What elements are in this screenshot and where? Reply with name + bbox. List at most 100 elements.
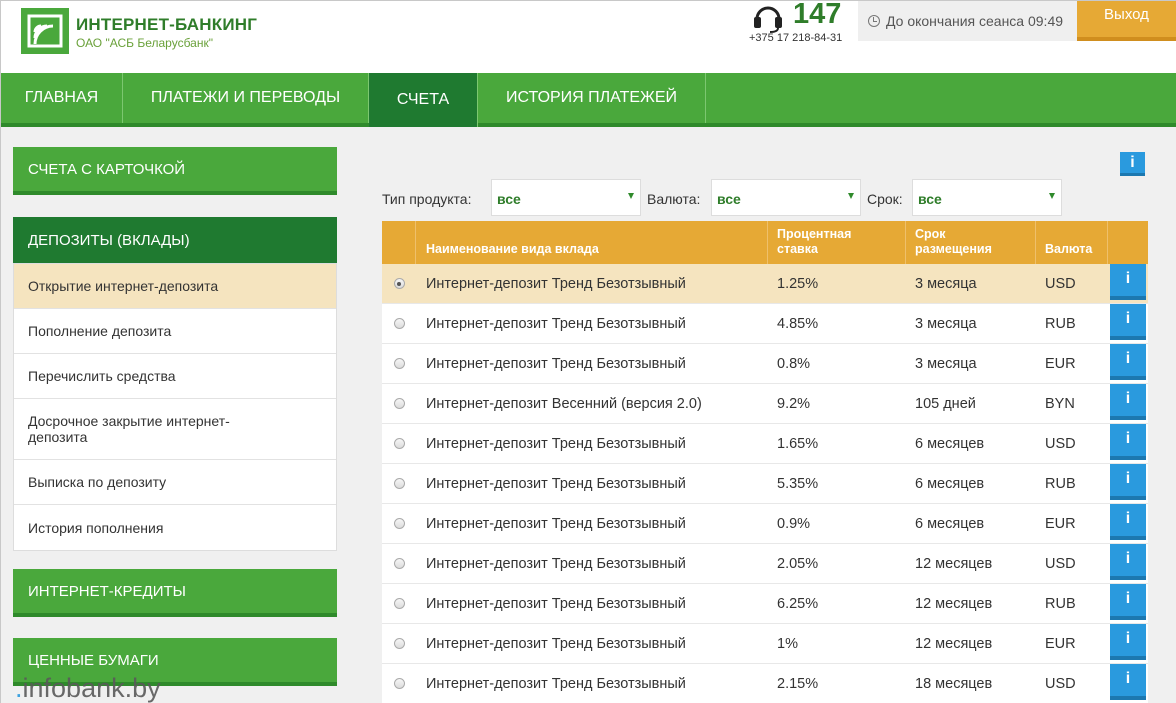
header-info-col	[1108, 221, 1148, 264]
row-radio[interactable]	[393, 678, 405, 689]
session-text: До окончания сеанса 09:49	[886, 13, 1064, 29]
deposit-term: 12 месяцев	[915, 555, 993, 572]
info-cell: i	[1108, 303, 1148, 344]
row-radio[interactable]	[393, 358, 405, 369]
clock-icon	[868, 15, 880, 27]
info-icon[interactable]: i	[1110, 383, 1146, 420]
deposit-rate: 0.9%	[777, 515, 811, 532]
row-radio[interactable]	[393, 518, 405, 529]
table-header: Наименование вида вклада Процентная став…	[382, 221, 1148, 264]
radio-cell[interactable]	[382, 518, 416, 529]
row-radio[interactable]	[393, 278, 405, 289]
submenu-open-deposit[interactable]: Открытие интернет-депозита	[14, 264, 336, 309]
info-cell: i	[1108, 343, 1148, 384]
radio-cell[interactable]	[382, 598, 416, 609]
info-cell: i	[1108, 583, 1148, 624]
deposit-currency: EUR	[1045, 355, 1076, 372]
chevron-down-icon	[848, 193, 854, 199]
term-label: Срок:	[867, 191, 903, 207]
page-info-icon[interactable]: i	[1120, 152, 1145, 176]
row-radio[interactable]	[393, 638, 405, 649]
radio-cell[interactable]	[382, 478, 416, 489]
submenu-statement[interactable]: Выписка по депозиту	[14, 460, 336, 505]
header-term: Срок размещения	[906, 221, 1036, 264]
header-name: Наименование вида вклада	[416, 221, 768, 264]
radio-cell[interactable]	[382, 558, 416, 569]
table-row[interactable]: Интернет-депозит Тренд Безотзывный 1.65% 6…	[382, 423, 1148, 464]
radio-cell[interactable]	[382, 278, 416, 289]
deposit-name: Интернет-депозит Тренд Безотзывный	[426, 555, 686, 572]
radio-cell[interactable]	[382, 318, 416, 329]
row-radio[interactable]	[393, 438, 405, 449]
table-row[interactable]: Интернет-депозит Тренд Безотзывный 0.8% 3 …	[382, 343, 1148, 384]
nav-item-home[interactable]: ГЛАВНАЯ	[1, 73, 123, 123]
bank-logo-icon[interactable]	[21, 8, 69, 54]
submenu-topup-history[interactable]: История пополнения	[14, 505, 336, 550]
deposit-name: Интернет-депозит Тренд Безотзывный	[426, 595, 686, 612]
row-radio[interactable]	[393, 478, 405, 489]
product-type-label: Тип продукта:	[382, 191, 472, 207]
submenu-transfer-funds[interactable]: Перечислить средства	[14, 354, 336, 399]
info-icon[interactable]: i	[1110, 343, 1146, 380]
deposit-currency: EUR	[1045, 635, 1076, 652]
info-icon[interactable]: i	[1110, 263, 1146, 300]
deposit-term: 3 месяца	[915, 355, 977, 372]
table-row[interactable]: Интернет-депозит Тренд Безотзывный 1% 12 м…	[382, 623, 1148, 664]
table-row[interactable]: Интернет-депозит Тренд Безотзывный 2.15% 1…	[382, 663, 1148, 703]
row-radio[interactable]	[393, 318, 405, 329]
info-icon[interactable]: i	[1110, 583, 1146, 620]
chevron-down-icon	[628, 193, 634, 199]
sidebar-credits[interactable]: ИНТЕРНЕТ-КРЕДИТЫ	[13, 569, 337, 617]
info-icon[interactable]: i	[1110, 463, 1146, 500]
product-type-select[interactable]: все	[491, 179, 641, 216]
radio-cell[interactable]	[382, 358, 416, 369]
info-icon[interactable]: i	[1110, 503, 1146, 540]
table-row[interactable]: Интернет-депозит Тренд Безотзывный 2.05% 1…	[382, 543, 1148, 584]
deposit-rate: 0.8%	[777, 355, 811, 372]
submenu-early-close[interactable]: Досрочное закрытие интернет-депозита	[14, 399, 336, 460]
deposit-term: 6 месяцев	[915, 435, 985, 452]
info-icon[interactable]: i	[1110, 543, 1146, 580]
product-type-value: все	[497, 191, 521, 207]
radio-cell[interactable]	[382, 438, 416, 449]
deposit-name: Интернет-депозит Тренд Безотзывный	[426, 275, 686, 292]
radio-cell[interactable]	[382, 638, 416, 649]
sidebar-deposits[interactable]: ДЕПОЗИТЫ (ВКЛАДЫ)	[13, 217, 337, 270]
table-row[interactable]: Интернет-депозит Тренд Безотзывный 5.35% 6…	[382, 463, 1148, 504]
logout-button[interactable]: Выход	[1077, 1, 1176, 41]
sidebar-cards-accounts[interactable]: СЧЕТА С КАРТОЧКОЙ	[13, 147, 337, 195]
brand-subtitle: ОАО "АСБ Беларусбанк"	[76, 36, 213, 50]
deposit-rate: 2.15%	[777, 675, 819, 692]
nav-item-accounts[interactable]: СЧЕТА	[369, 73, 478, 135]
row-radio[interactable]	[393, 598, 405, 609]
deposit-rate: 6.25%	[777, 595, 819, 612]
table-row[interactable]: Интернет-депозит Тренд Безотзывный 0.9% 6 …	[382, 503, 1148, 544]
deposit-currency: BYN	[1045, 395, 1075, 412]
info-cell: i	[1108, 463, 1148, 504]
deposit-currency: USD	[1045, 435, 1076, 452]
info-cell: i	[1108, 503, 1148, 544]
radio-cell[interactable]	[382, 398, 416, 409]
deposit-name: Интернет-депозит Тренд Безотзывный	[426, 515, 686, 532]
table-row[interactable]: Интернет-депозит Тренд Безотзывный 6.25% 1…	[382, 583, 1148, 624]
submenu-topup-deposit[interactable]: Пополнение депозита	[14, 309, 336, 354]
row-radio[interactable]	[393, 558, 405, 569]
deposit-term: 6 месяцев	[915, 475, 985, 492]
table-row[interactable]: Интернет-депозит Весенний (версия 2.0) 9.…	[382, 383, 1148, 424]
deposit-rate: 9.2%	[777, 395, 811, 412]
deposit-currency: RUB	[1045, 595, 1076, 612]
currency-select[interactable]: все	[711, 179, 861, 216]
term-select[interactable]: все	[912, 179, 1062, 216]
table-row[interactable]: Интернет-депозит Тренд Безотзывный 4.85% 3…	[382, 303, 1148, 344]
nav-item-history[interactable]: ИСТОРИЯ ПЛАТЕЖЕЙ	[478, 73, 706, 123]
deposit-currency: RUB	[1045, 315, 1076, 332]
info-icon[interactable]: i	[1110, 303, 1146, 340]
info-cell: i	[1108, 623, 1148, 664]
info-icon[interactable]: i	[1110, 623, 1146, 660]
table-row[interactable]: Интернет-депозит Тренд Безотзывный 1.25% 3…	[382, 263, 1148, 304]
info-icon[interactable]: i	[1110, 663, 1146, 700]
info-icon[interactable]: i	[1110, 423, 1146, 460]
nav-item-payments[interactable]: ПЛАТЕЖИ И ПЕРЕВОДЫ	[123, 73, 369, 123]
radio-cell[interactable]	[382, 678, 416, 689]
row-radio[interactable]	[393, 398, 405, 409]
